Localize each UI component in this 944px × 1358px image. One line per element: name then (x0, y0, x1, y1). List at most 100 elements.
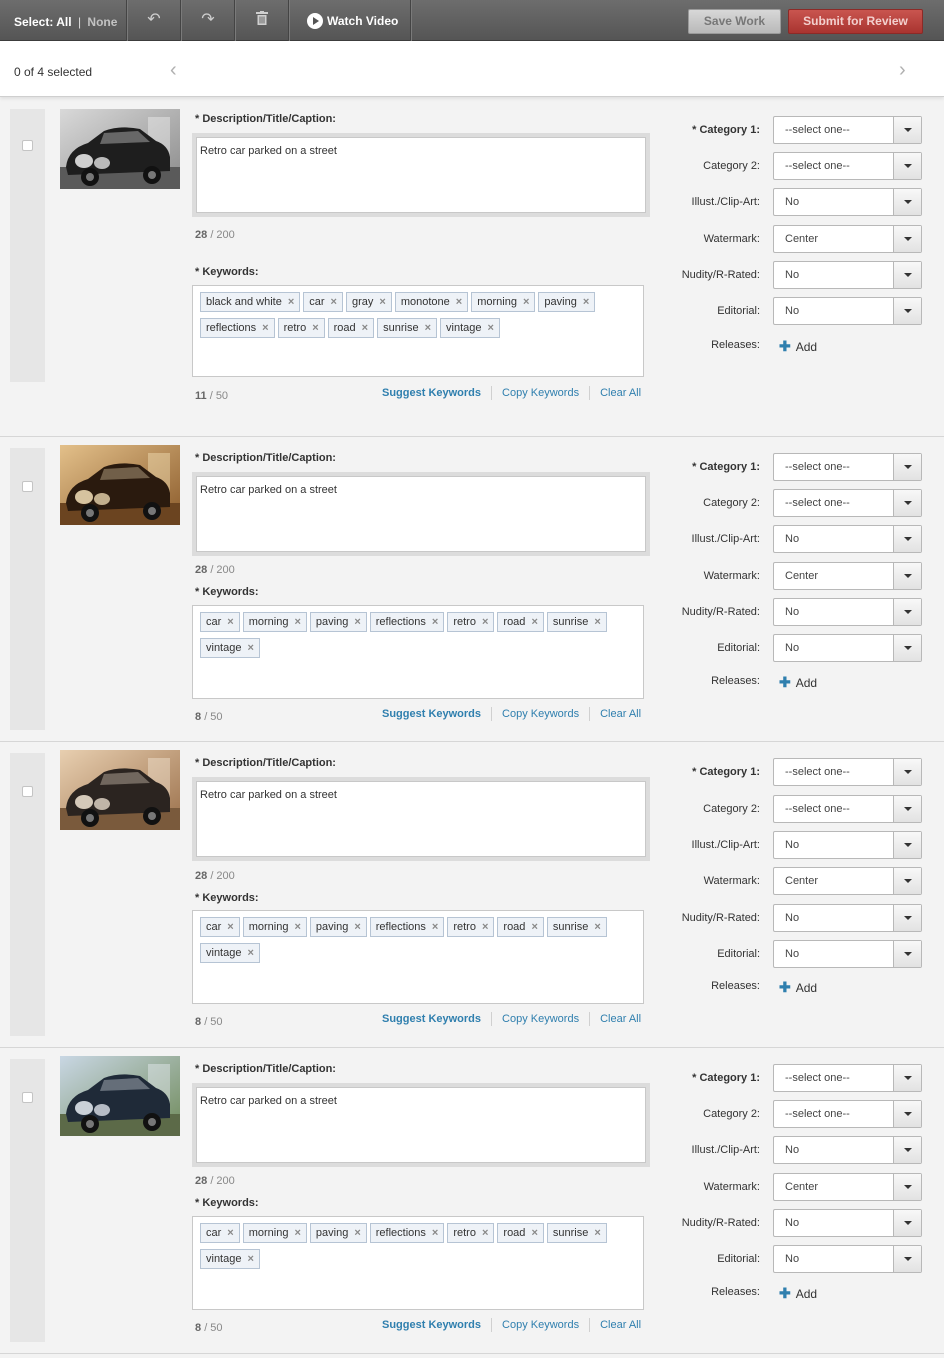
remove-keyword-icon[interactable]: × (432, 921, 438, 933)
keywords-input[interactable]: car × morning × paving × reflections × retro × roa… (192, 910, 644, 1004)
remove-keyword-icon[interactable]: × (482, 921, 488, 933)
remove-keyword-icon[interactable]: × (288, 296, 294, 308)
next-page-icon[interactable]: › (899, 59, 906, 82)
remove-keyword-icon[interactable]: × (594, 921, 600, 933)
remove-keyword-icon[interactable]: × (227, 1227, 233, 1239)
nudity-select[interactable]: No (773, 261, 922, 289)
chevron-down-icon[interactable] (893, 759, 921, 785)
category1-select[interactable]: --select one-- (773, 116, 922, 144)
clear-all-link[interactable]: Clear All (600, 708, 641, 720)
remove-keyword-icon[interactable]: × (583, 296, 589, 308)
remove-keyword-icon[interactable]: × (432, 616, 438, 628)
suggest-keywords-link[interactable]: Suggest Keywords (382, 1013, 481, 1025)
watch-video-button[interactable]: Watch Video (307, 13, 398, 29)
category2-select[interactable]: --select one-- (773, 152, 922, 180)
suggest-keywords-link[interactable]: Suggest Keywords (382, 708, 481, 720)
chevron-down-icon[interactable] (893, 941, 921, 967)
remove-keyword-icon[interactable]: × (362, 322, 368, 334)
remove-keyword-icon[interactable]: × (262, 322, 268, 334)
remove-keyword-icon[interactable]: × (531, 921, 537, 933)
prev-page-icon[interactable]: ‹ (170, 59, 177, 82)
remove-keyword-icon[interactable]: × (227, 616, 233, 628)
row-select-column[interactable] (10, 753, 45, 1036)
description-textarea[interactable]: Retro car parked on a street (196, 1087, 646, 1163)
chevron-down-icon[interactable] (893, 1065, 921, 1091)
remove-keyword-icon[interactable]: × (531, 1227, 537, 1239)
chevron-down-icon[interactable] (893, 1137, 921, 1163)
description-textarea[interactable]: Retro car parked on a street (196, 476, 646, 552)
description-textarea[interactable]: Retro car parked on a street (196, 137, 646, 213)
remove-keyword-icon[interactable]: × (354, 616, 360, 628)
copy-keywords-link[interactable]: Copy Keywords (502, 708, 579, 720)
keywords-input[interactable]: car × morning × paving × reflections × retro × roa… (192, 1216, 644, 1310)
remove-keyword-icon[interactable]: × (227, 921, 233, 933)
keywords-input[interactable]: black and white × car × gray × monotone × mornin… (192, 285, 644, 377)
chevron-down-icon[interactable] (893, 635, 921, 661)
add-release-button[interactable]: ✚ Add (779, 674, 817, 691)
row-checkbox[interactable] (22, 140, 33, 151)
chevron-down-icon[interactable] (893, 1210, 921, 1236)
remove-keyword-icon[interactable]: × (247, 642, 253, 654)
remove-keyword-icon[interactable]: × (247, 947, 253, 959)
remove-keyword-icon[interactable]: × (294, 921, 300, 933)
remove-keyword-icon[interactable]: × (354, 1227, 360, 1239)
copy-keywords-link[interactable]: Copy Keywords (502, 387, 579, 399)
nudity-select[interactable]: No (773, 598, 922, 626)
chevron-down-icon[interactable] (893, 526, 921, 552)
add-release-button[interactable]: ✚ Add (779, 1285, 817, 1302)
chevron-down-icon[interactable] (893, 226, 921, 252)
remove-keyword-icon[interactable]: × (432, 1227, 438, 1239)
image-thumbnail[interactable] (60, 445, 180, 525)
remove-keyword-icon[interactable]: × (425, 322, 431, 334)
chevron-down-icon[interactable] (893, 153, 921, 179)
chevron-down-icon[interactable] (893, 1174, 921, 1200)
copy-keywords-link[interactable]: Copy Keywords (502, 1319, 579, 1331)
watermark-select[interactable]: Center (773, 867, 922, 895)
remove-keyword-icon[interactable]: × (312, 322, 318, 334)
remove-keyword-icon[interactable]: × (482, 616, 488, 628)
row-checkbox[interactable] (22, 481, 33, 492)
nudity-select[interactable]: No (773, 904, 922, 932)
suggest-keywords-link[interactable]: Suggest Keywords (382, 387, 481, 399)
row-select-column[interactable] (10, 109, 45, 382)
chevron-down-icon[interactable] (893, 1246, 921, 1272)
chevron-down-icon[interactable] (893, 117, 921, 143)
remove-keyword-icon[interactable]: × (488, 322, 494, 334)
remove-keyword-icon[interactable]: × (294, 1227, 300, 1239)
watermark-select[interactable]: Center (773, 562, 922, 590)
chevron-down-icon[interactable] (893, 262, 921, 288)
add-release-button[interactable]: ✚ Add (779, 338, 817, 355)
chevron-down-icon[interactable] (893, 868, 921, 894)
chevron-down-icon[interactable] (893, 832, 921, 858)
image-thumbnail[interactable] (60, 750, 180, 830)
clear-all-link[interactable]: Clear All (600, 387, 641, 399)
remove-keyword-icon[interactable]: × (247, 1253, 253, 1265)
remove-keyword-icon[interactable]: × (531, 616, 537, 628)
illust-select[interactable]: No (773, 1136, 922, 1164)
category1-select[interactable]: --select one-- (773, 758, 922, 786)
clear-all-link[interactable]: Clear All (600, 1319, 641, 1331)
remove-keyword-icon[interactable]: × (331, 296, 337, 308)
chevron-down-icon[interactable] (893, 905, 921, 931)
row-checkbox[interactable] (22, 786, 33, 797)
description-textarea[interactable]: Retro car parked on a street (196, 781, 646, 857)
remove-keyword-icon[interactable]: × (456, 296, 462, 308)
editorial-select[interactable]: No (773, 634, 922, 662)
image-thumbnail[interactable] (60, 1056, 180, 1136)
editorial-select[interactable]: No (773, 297, 922, 325)
row-select-column[interactable] (10, 448, 45, 730)
keywords-input[interactable]: car × morning × paving × reflections × retro × roa… (192, 605, 644, 699)
chevron-down-icon[interactable] (893, 1101, 921, 1127)
editorial-select[interactable]: No (773, 1245, 922, 1273)
chevron-down-icon[interactable] (893, 563, 921, 589)
select-all-link[interactable]: All (56, 15, 71, 29)
category1-select[interactable]: --select one-- (773, 453, 922, 481)
nudity-select[interactable]: No (773, 1209, 922, 1237)
redo-button[interactable]: ↷ (181, 0, 235, 41)
category2-select[interactable]: --select one-- (773, 489, 922, 517)
category2-select[interactable]: --select one-- (773, 1100, 922, 1128)
illust-select[interactable]: No (773, 831, 922, 859)
chevron-down-icon[interactable] (893, 189, 921, 215)
remove-keyword-icon[interactable]: × (523, 296, 529, 308)
chevron-down-icon[interactable] (893, 490, 921, 516)
